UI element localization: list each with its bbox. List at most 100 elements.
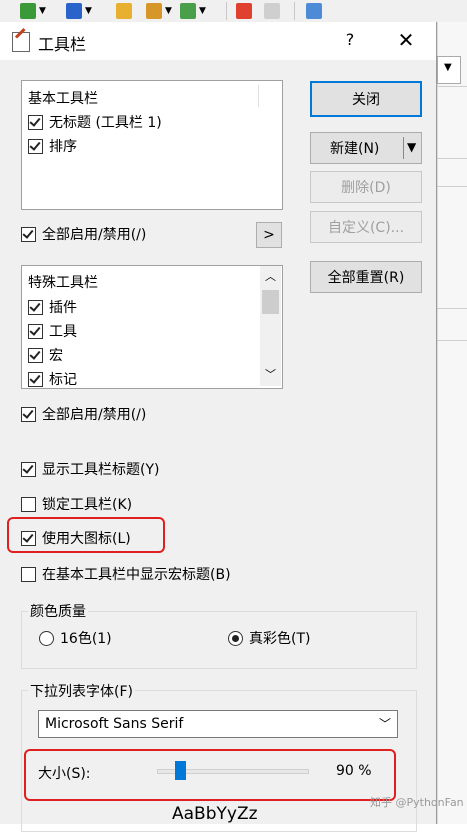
list-item-label: 标记: [49, 372, 77, 388]
scrollbar-thumb[interactable]: [262, 290, 279, 314]
chevron-down-icon: ▼: [165, 6, 172, 16]
new-button-label: 新建(N): [330, 141, 380, 157]
list-item-label: 无标题 (工具栏 1): [49, 115, 162, 131]
gear-blue-icon: [66, 3, 82, 19]
pin-icon: [306, 3, 322, 19]
toolbar-button-1[interactable]: ▼: [20, 1, 46, 21]
checkbox-checked[interactable]: [28, 299, 43, 315]
close-button[interactable]: 关闭: [310, 81, 422, 117]
divider: [437, 86, 467, 87]
option-label: 使用大图标(L): [42, 531, 131, 547]
list-item-markers[interactable]: 标记: [28, 369, 77, 389]
radio-true-color[interactable]: 真彩色(T): [228, 628, 310, 648]
list-item-tools[interactable]: 工具: [28, 321, 77, 341]
toolbar-separator: [294, 2, 295, 20]
dialog-title: 工具栏: [38, 35, 87, 54]
reset-all-button[interactable]: 全部重置(R): [310, 261, 422, 293]
enable-all-basic[interactable]: 全部启用/禁用(/): [21, 224, 146, 244]
enable-all-label: 全部启用/禁用(/): [42, 407, 147, 423]
expand-button[interactable]: >: [256, 222, 282, 248]
checkbox-checked[interactable]: [28, 114, 43, 130]
size-label: 大小(S):: [38, 766, 91, 782]
new-button[interactable]: 新建(N) ▼: [310, 132, 422, 164]
settings-icon: [146, 3, 162, 19]
option-label: 锁定工具栏(K): [42, 497, 133, 513]
dialog-titlebar: 工具栏 ? ✕: [0, 22, 436, 60]
list-item-label: 工具: [49, 324, 77, 340]
stop-icon: [236, 3, 252, 19]
chevron-down-icon: ▼: [199, 6, 206, 16]
list-item-sort[interactable]: 排序: [28, 136, 77, 156]
checkbox-checked[interactable]: [21, 406, 36, 422]
list-item-macros[interactable]: 宏: [28, 345, 63, 365]
toolbar-separator: [226, 2, 227, 20]
dialog-app-icon: [12, 32, 30, 52]
chevron-down-icon: ▼: [444, 62, 452, 73]
list-scrollbar[interactable]: ︿ ﹀: [260, 266, 281, 386]
dropdown-font-label: 下拉列表字体(F): [28, 681, 135, 701]
chevron-down-icon[interactable]: ﹀: [265, 366, 276, 382]
column-divider: [258, 85, 259, 107]
edit-icon: [116, 3, 132, 19]
divider: [437, 158, 467, 159]
document-green-icon: [20, 3, 36, 19]
radio-16-color[interactable]: 16色(1): [39, 628, 112, 648]
checklist-icon: [180, 3, 196, 19]
size-slider-thumb[interactable]: [174, 761, 186, 780]
toolbar-button-4[interactable]: ▼: [146, 1, 172, 21]
toolbar-button-2[interactable]: ▼: [66, 1, 92, 21]
show-toolbar-titles[interactable]: 显示工具栏标题(Y): [21, 459, 159, 479]
toolbar-button-stop[interactable]: [236, 1, 252, 21]
checkbox-checked[interactable]: [28, 347, 43, 363]
background-window: [437, 22, 467, 824]
size-value: 90 %: [336, 763, 372, 779]
checkbox-checked[interactable]: [28, 323, 43, 339]
color-quality-label: 颜色质量: [28, 601, 88, 621]
radio-label: 16色(1): [60, 631, 112, 647]
toolbar-button-5[interactable]: ▼: [180, 1, 206, 21]
play-icon: [264, 3, 280, 19]
checkbox-unchecked[interactable]: [21, 566, 36, 582]
divider: [437, 340, 467, 341]
show-macro-titles[interactable]: 在基本工具栏中显示宏标题(B): [21, 564, 231, 584]
use-large-icons[interactable]: 使用大图标(L): [21, 528, 131, 548]
enable-all-special[interactable]: 全部启用/禁用(/): [21, 404, 146, 424]
chevron-down-icon: ▼: [39, 6, 46, 16]
checkbox-checked[interactable]: [21, 461, 36, 477]
list-header: 特殊工具栏: [28, 275, 98, 291]
close-icon[interactable]: ✕: [393, 28, 419, 52]
list-item-label: 宏: [49, 348, 63, 364]
help-button[interactable]: ?: [338, 28, 362, 52]
font-select[interactable]: Microsoft Sans Serif ﹀: [38, 710, 398, 738]
divider: [437, 186, 467, 187]
lock-toolbars[interactable]: 锁定工具栏(K): [21, 494, 132, 514]
list-item-untitled[interactable]: 无标题 (工具栏 1): [28, 112, 162, 132]
radio-label: 真彩色(T): [249, 631, 311, 647]
chevron-down-icon[interactable]: ﹀: [379, 715, 391, 732]
toolbar-button-3[interactable]: [116, 1, 132, 21]
font-select-value: Microsoft Sans Serif: [45, 716, 184, 732]
chevron-up-icon[interactable]: ︿: [265, 268, 276, 284]
enable-all-label: 全部启用/禁用(/): [42, 227, 147, 243]
checkbox-checked[interactable]: [21, 226, 36, 242]
chevron-down-icon[interactable]: ▼: [407, 140, 416, 154]
delete-button[interactable]: 删除(D): [310, 171, 422, 203]
split-divider: [403, 137, 404, 159]
option-label: 显示工具栏标题(Y): [42, 462, 160, 478]
radio-unselected[interactable]: [39, 630, 54, 646]
customize-button[interactable]: 自定义(C)...: [310, 211, 422, 243]
checkbox-checked[interactable]: [21, 530, 36, 546]
font-preview: AaBbYyZz: [172, 804, 258, 824]
basic-toolbars-list[interactable]: 基本工具栏 无标题 (工具栏 1) 排序: [21, 80, 283, 210]
checkbox-checked[interactable]: [28, 138, 43, 154]
list-item-label: 插件: [49, 300, 77, 316]
radio-selected[interactable]: [228, 630, 243, 646]
checkbox-unchecked[interactable]: [21, 496, 36, 512]
list-item-label: 排序: [49, 139, 77, 155]
toolbar-button-play[interactable]: [264, 1, 280, 21]
toolbar-button-pin[interactable]: [306, 1, 322, 21]
option-label: 在基本工具栏中显示宏标题(B): [42, 567, 231, 583]
list-item-plugins[interactable]: 插件: [28, 297, 77, 317]
special-toolbars-list[interactable]: 特殊工具栏 插件 工具 宏 标记 ︿ ﹀: [21, 265, 283, 389]
checkbox-checked[interactable]: [28, 371, 43, 387]
